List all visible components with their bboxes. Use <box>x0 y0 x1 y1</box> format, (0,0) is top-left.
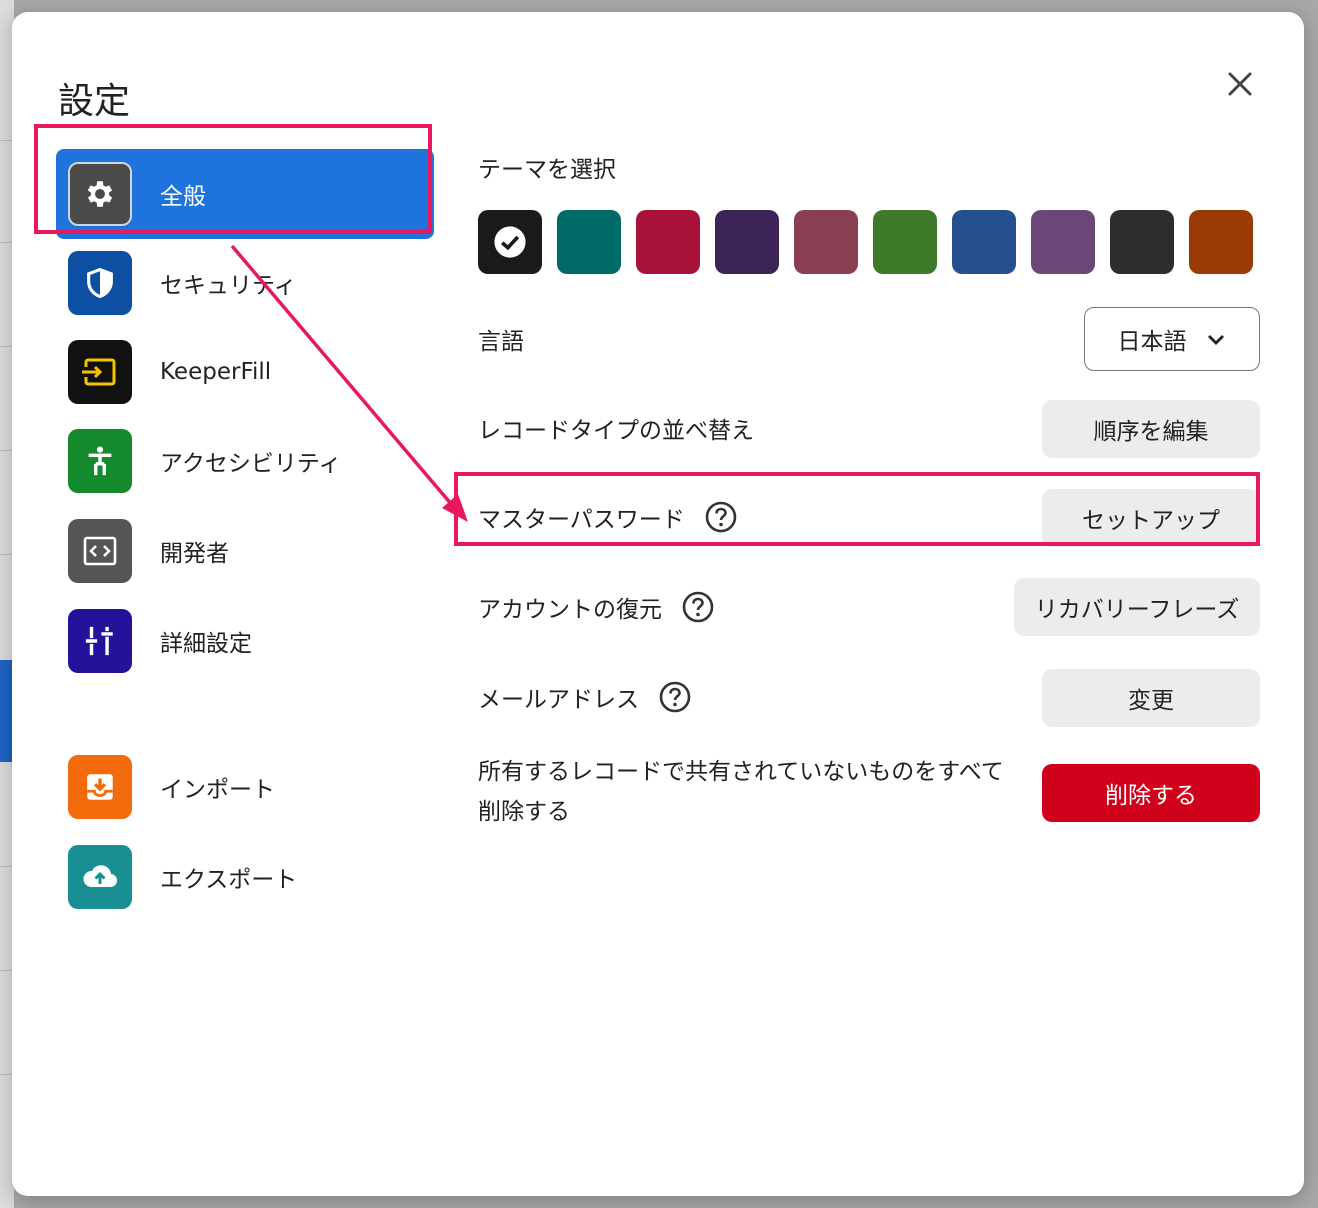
import-icon <box>87 774 113 800</box>
chevron-down-icon <box>1205 328 1227 350</box>
language-value: 日本語 <box>1117 329 1187 355</box>
account-recovery-label-text: アカウントの復元 <box>478 597 662 623</box>
sidebar-item-import[interactable]: インポート <box>56 742 434 832</box>
theme-swatch[interactable] <box>557 210 621 274</box>
language-select[interactable]: 日本語 <box>1084 307 1260 371</box>
email-label: メールアドレス <box>478 680 691 714</box>
sidebar-item-label: アクセシビリティ <box>160 451 342 477</box>
sidebar-item-keeperfill[interactable]: KeeperFill <box>56 327 434 417</box>
sidebar-icon-box <box>68 519 132 583</box>
sidebar-icon-box <box>68 429 132 493</box>
sidebar-item-label: KeeperFill <box>160 359 272 385</box>
recovery-phrase-button[interactable]: リカバリーフレーズ <box>1014 578 1260 636</box>
sidebar-item-accessibility[interactable]: アクセシビリティ <box>56 416 434 506</box>
record-types-label: レコードタイプの並べ替え <box>478 411 754 445</box>
edit-order-button[interactable]: 順序を編集 <box>1042 400 1260 458</box>
language-label: 言語 <box>478 322 524 356</box>
theme-swatch[interactable] <box>1031 210 1095 274</box>
close-button[interactable] <box>1220 64 1260 104</box>
shield-icon <box>87 267 113 299</box>
sidebar-item-label: インポート <box>160 777 275 803</box>
sidebar-item-label: 開発者 <box>160 541 229 567</box>
accessibility-icon <box>88 446 112 476</box>
record-types-label-text: レコードタイプの並べ替え <box>478 418 754 444</box>
sidebar-item-label: セキュリティ <box>160 273 297 299</box>
check-circle-icon <box>494 226 526 258</box>
close-icon <box>1228 72 1252 96</box>
theme-swatch[interactable] <box>794 210 858 274</box>
sidebar-icon-box <box>68 845 132 909</box>
sidebar-icon-box <box>68 609 132 673</box>
sidebar-icon-box <box>68 340 132 404</box>
annotation-highlight-general <box>34 124 432 234</box>
code-icon <box>83 536 117 566</box>
theme-swatch[interactable] <box>715 210 779 274</box>
bg-selected-row <box>0 660 12 762</box>
sidebar-item-label: 詳細設定 <box>160 631 252 657</box>
modal-title: 設定 <box>58 81 131 122</box>
delete-unshared-label: 所有するレコードで共有されていないものをすべて削除する <box>478 759 1004 825</box>
theme-swatch[interactable] <box>1110 210 1174 274</box>
keeperfill-icon <box>82 358 116 386</box>
sidebar-icon-box <box>68 755 132 819</box>
help-icon[interactable] <box>659 681 691 713</box>
theme-swatch[interactable] <box>478 210 542 274</box>
cloud-upload-icon <box>83 865 118 888</box>
sidebar-item-label: エクスポート <box>160 867 298 893</box>
help-icon[interactable] <box>682 591 714 623</box>
change-email-button[interactable]: 変更 <box>1042 669 1260 727</box>
annotation-highlight-master-password <box>454 472 1260 546</box>
sidebar-item-security[interactable]: セキュリティ <box>56 238 434 328</box>
theme-swatch[interactable] <box>873 210 937 274</box>
sidebar-icon-box <box>68 251 132 315</box>
sidebar-item-export[interactable]: エクスポート <box>56 832 434 922</box>
theme-label: テーマを選択 <box>478 157 616 183</box>
account-recovery-label: アカウントの復元 <box>478 590 714 624</box>
theme-swatch[interactable] <box>952 210 1016 274</box>
theme-swatches <box>478 210 1253 274</box>
theme-swatch[interactable] <box>1189 210 1253 274</box>
sidebar-item-advanced[interactable]: 詳細設定 <box>56 596 434 686</box>
sidebar-item-developer[interactable]: 開発者 <box>56 506 434 596</box>
language-label-text: 言語 <box>478 329 524 355</box>
delete-button[interactable]: 削除する <box>1042 764 1260 822</box>
sliders-icon <box>85 626 113 656</box>
email-label-text: メールアドレス <box>478 687 639 713</box>
theme-swatch[interactable] <box>636 210 700 274</box>
